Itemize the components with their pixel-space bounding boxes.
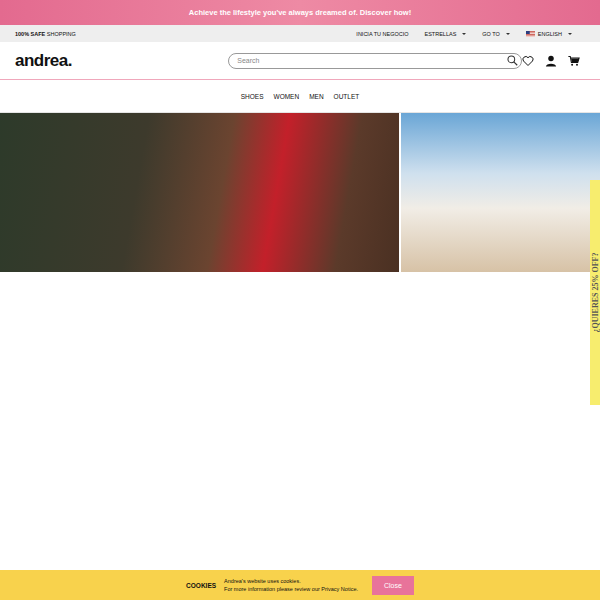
caret-icon [462,33,466,35]
nav-item[interactable]: SHOES [241,93,264,100]
nav-item[interactable]: MEN [309,93,323,100]
discount-side-tab[interactable]: ¿QUIERES 25% OFF? [590,180,600,405]
safe-shopping: 100% SAFE SHOPPING [15,31,76,37]
utility-link[interactable]: INICIA TU NEGOCIO [356,31,408,37]
nav-item[interactable]: OUTLET [334,93,360,100]
cookie-title: COOKIES [186,582,216,589]
search-field[interactable]: Search [228,53,522,69]
banner-row [0,113,600,272]
user-icon[interactable] [545,55,557,67]
logo[interactable]: andrea. [15,51,228,71]
close-button[interactable]: Close [372,576,414,595]
us-flag-icon [526,31,535,37]
header: andrea. Search [0,42,600,80]
utility-link[interactable]: ESTRELLAS [425,31,467,37]
summer-banner[interactable] [401,113,600,272]
main-nav: SHOES WOMEN MEN OUTLET [0,80,600,113]
language-selector[interactable]: ENGLISH [526,31,572,37]
heart-icon[interactable] [522,55,534,67]
utility-link[interactable]: GO TO [482,31,510,37]
promo-bar[interactable]: Achieve the lifestyle you've always drea… [0,0,600,25]
cart-icon[interactable] [568,55,580,67]
caret-icon [568,33,572,35]
utility-bar: 100% SAFE SHOPPING INICIA TU NEGOCIO ESTR… [0,25,600,42]
nav-item[interactable]: WOMEN [274,93,300,100]
cookie-text: Andrea's website uses cookies.For more i… [224,577,358,594]
discount-banner[interactable] [0,113,399,272]
cookie-bar: COOKIES Andrea's website uses cookies.Fo… [0,570,600,600]
page: Achieve the lifestyle you've always drea… [0,0,600,600]
search-icon[interactable] [507,55,518,66]
caret-icon [506,33,510,35]
